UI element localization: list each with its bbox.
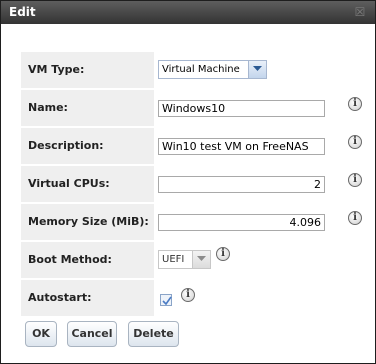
info-icon[interactable]: i	[216, 247, 230, 261]
chevron-down-icon[interactable]	[248, 61, 266, 78]
boot-method-value: UEFI	[162, 254, 185, 265]
edit-dialog: Edit ☒ VM Type: Virtual Machine Name: Wi…	[0, 0, 376, 364]
info-icon[interactable]: i	[348, 135, 362, 149]
dialog-body: VM Type: Virtual Machine Name: Windows10…	[1, 24, 375, 363]
memory-row: Memory Size (MiB): 4.096 i	[21, 204, 366, 240]
vm-type-label: VM Type:	[21, 52, 154, 88]
info-icon[interactable]: i	[348, 97, 362, 111]
vm-type-select[interactable]: Virtual Machine	[158, 60, 267, 79]
vcpus-row: Virtual CPUs: 2 i	[21, 166, 366, 202]
memory-label: Memory Size (MiB):	[21, 204, 154, 240]
vm-type-value: Virtual Machine	[162, 64, 240, 75]
vcpus-input[interactable]: 2	[158, 176, 325, 193]
close-icon[interactable]: ☒	[353, 5, 367, 19]
autostart-checkbox[interactable]	[160, 294, 172, 306]
name-input[interactable]: Windows10	[158, 100, 325, 117]
boot-method-label: Boot Method:	[21, 242, 154, 278]
name-row: Name: Windows10 i	[21, 90, 366, 126]
boot-method-select[interactable]: UEFI	[158, 250, 211, 269]
vm-type-row: VM Type: Virtual Machine	[21, 52, 366, 88]
autostart-label: Autostart:	[21, 280, 154, 316]
memory-input[interactable]: 4.096	[158, 214, 325, 231]
dialog-title: Edit	[9, 5, 36, 19]
info-icon[interactable]: i	[348, 173, 362, 187]
title-bar[interactable]: Edit ☒	[1, 1, 375, 24]
autostart-row: Autostart: i	[21, 280, 366, 316]
description-label: Description:	[21, 128, 154, 164]
chevron-down-icon[interactable]	[192, 251, 210, 268]
description-row: Description: Win10 test VM on FreeNAS i	[21, 128, 366, 164]
info-icon[interactable]: i	[181, 288, 195, 302]
boot-method-row: Boot Method: UEFI i	[21, 242, 366, 278]
vcpus-label: Virtual CPUs:	[21, 166, 154, 202]
name-label: Name:	[21, 90, 154, 126]
description-input[interactable]: Win10 test VM on FreeNAS	[158, 138, 325, 155]
cancel-button[interactable]: Cancel	[67, 321, 117, 347]
info-icon[interactable]: i	[348, 211, 362, 225]
ok-button[interactable]: OK	[25, 321, 57, 347]
delete-button[interactable]: Delete	[128, 321, 179, 347]
